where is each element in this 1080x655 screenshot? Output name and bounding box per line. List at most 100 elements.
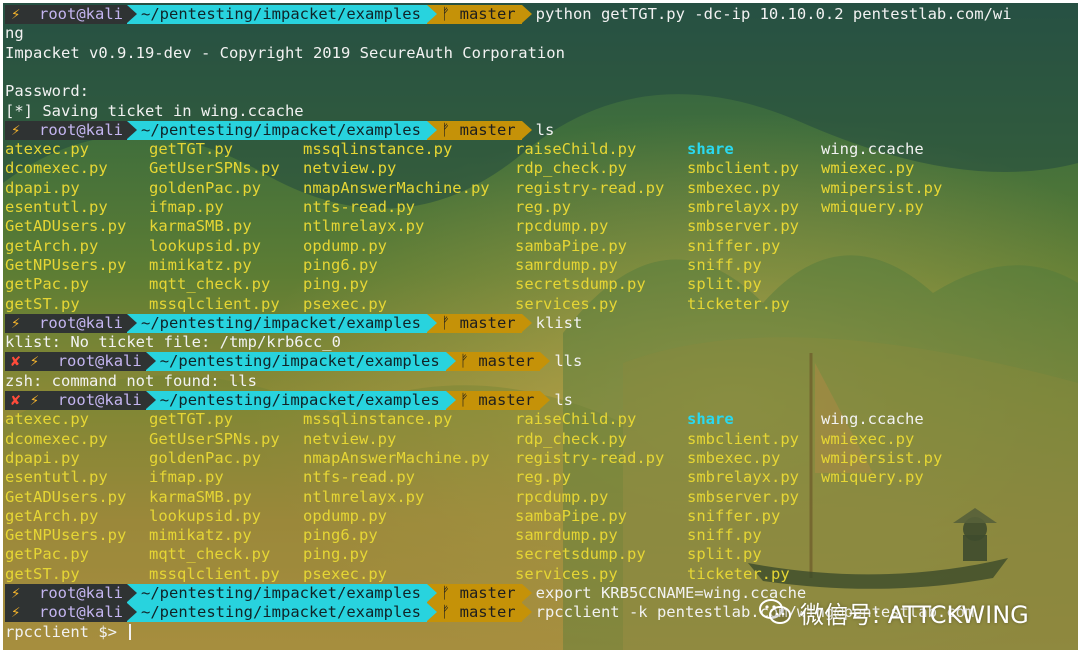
file-entry[interactable]: goldenPac.py <box>149 449 261 468</box>
file-entry[interactable]: atexec.py <box>5 410 89 429</box>
file-entry[interactable]: sniff.py <box>687 256 762 275</box>
file-entry[interactable]: ntfs-read.py <box>303 468 415 487</box>
file-entry[interactable]: opdump.py <box>303 507 387 526</box>
file-entry[interactable]: rdp_check.py <box>515 430 627 449</box>
file-entry[interactable]: mimikatz.py <box>149 256 252 275</box>
file-entry[interactable]: getArch.py <box>5 507 98 526</box>
file-entry[interactable]: getTGT.py <box>149 410 233 429</box>
file-entry[interactable]: registry-read.py <box>515 449 664 468</box>
file-entry[interactable]: getST.py <box>5 295 80 314</box>
file-entry[interactable]: karmaSMB.py <box>149 488 252 507</box>
file-entry[interactable]: getST.py <box>5 565 80 584</box>
file-entry[interactable]: sambaPipe.py <box>515 507 627 526</box>
file-entry[interactable]: esentutl.py <box>5 198 108 217</box>
file-entry[interactable]: wmiquery.py <box>821 468 924 487</box>
file-entry[interactable]: opdump.py <box>303 237 387 256</box>
file-entry[interactable]: ntfs-read.py <box>303 198 415 217</box>
file-entry[interactable]: raiseChild.py <box>515 410 636 429</box>
file-entry[interactable]: esentutl.py <box>5 468 108 487</box>
file-entry[interactable]: karmaSMB.py <box>149 217 252 236</box>
file-entry[interactable]: ping6.py <box>303 256 378 275</box>
file-entry[interactable]: services.py <box>515 295 618 314</box>
file-entry[interactable]: ticketer.py <box>687 295 790 314</box>
file-entry[interactable]: wing.ccache <box>821 410 924 429</box>
file-entry[interactable]: GetUserSPNs.py <box>149 430 280 449</box>
file-entry[interactable]: getPac.py <box>5 545 89 564</box>
file-entry[interactable]: smbserver.py <box>687 488 799 507</box>
file-entry[interactable]: rpcdump.py <box>515 217 608 236</box>
file-entry[interactable]: dpapi.py <box>5 449 80 468</box>
file-entry[interactable]: smbrelayx.py <box>687 198 799 217</box>
file-entry[interactable]: ifmap.py <box>149 198 224 217</box>
file-entry[interactable]: dpapi.py <box>5 179 80 198</box>
file-entry[interactable]: mssqlclient.py <box>149 295 280 314</box>
file-entry[interactable]: wmiexec.py <box>821 159 914 178</box>
file-entry[interactable]: lookupsid.py <box>149 507 261 526</box>
file-entry[interactable]: ntlmrelayx.py <box>303 488 424 507</box>
file-entry[interactable]: GetADUsers.py <box>5 488 126 507</box>
file-entry[interactable]: sambaPipe.py <box>515 237 627 256</box>
file-entry[interactable]: sniffer.py <box>687 507 780 526</box>
file-entry[interactable]: mssqlclient.py <box>149 565 280 584</box>
file-entry[interactable]: getArch.py <box>5 237 98 256</box>
file-entry[interactable]: dcomexec.py <box>5 159 108 178</box>
file-entry[interactable]: sniff.py <box>687 526 762 545</box>
file-entry[interactable]: wmiquery.py <box>821 198 924 217</box>
file-entry[interactable]: rpcdump.py <box>515 488 608 507</box>
file-entry[interactable]: GetUserSPNs.py <box>149 159 280 178</box>
file-entry[interactable]: mssqlinstance.py <box>303 410 452 429</box>
file-entry[interactable]: services.py <box>515 565 618 584</box>
file-entry[interactable]: raiseChild.py <box>515 140 636 159</box>
file-entry[interactable]: samrdump.py <box>515 526 618 545</box>
file-entry[interactable]: netview.py <box>303 430 396 449</box>
file-entry[interactable]: split.py <box>687 545 762 564</box>
file-entry[interactable]: mqtt_check.py <box>149 275 270 294</box>
file-entry[interactable]: ping.py <box>303 545 368 564</box>
file-entry[interactable]: getTGT.py <box>149 140 233 159</box>
file-entry[interactable]: samrdump.py <box>515 256 618 275</box>
file-entry[interactable]: nmapAnswerMachine.py <box>303 449 490 468</box>
file-entry[interactable]: nmapAnswerMachine.py <box>303 179 490 198</box>
file-entry[interactable]: ntlmrelayx.py <box>303 217 424 236</box>
file-entry[interactable]: mssqlinstance.py <box>303 140 452 159</box>
file-entry[interactable]: wmiexec.py <box>821 430 914 449</box>
file-entry[interactable]: sniffer.py <box>687 237 780 256</box>
file-entry[interactable]: rdp_check.py <box>515 159 627 178</box>
file-entry[interactable]: wmipersist.py <box>821 179 942 198</box>
directory-entry[interactable]: share <box>687 410 734 429</box>
file-entry[interactable]: wmipersist.py <box>821 449 942 468</box>
prompt-git-segment: ᚠ master <box>445 352 550 372</box>
file-entry[interactable]: split.py <box>687 275 762 294</box>
file-entry[interactable]: getPac.py <box>5 275 89 294</box>
file-entry[interactable]: ifmap.py <box>149 468 224 487</box>
file-entry[interactable]: ping6.py <box>303 526 378 545</box>
file-entry[interactable]: smbserver.py <box>687 217 799 236</box>
directory-entry[interactable]: share <box>687 140 734 159</box>
file-entry[interactable]: psexec.py <box>303 295 387 314</box>
file-entry[interactable]: mimikatz.py <box>149 526 252 545</box>
file-entry[interactable]: GetNPUsers.py <box>5 526 126 545</box>
file-entry[interactable]: goldenPac.py <box>149 179 261 198</box>
file-entry[interactable]: reg.py <box>515 468 571 487</box>
file-entry[interactable]: secretsdump.py <box>515 275 646 294</box>
file-entry[interactable]: atexec.py <box>5 140 89 159</box>
file-entry[interactable]: psexec.py <box>303 565 387 584</box>
file-entry[interactable]: mqtt_check.py <box>149 545 270 564</box>
terminal-window[interactable]: ⚡ root@kali ~/pentesting/impacket/example… <box>3 3 1078 650</box>
file-entry[interactable]: smbrelayx.py <box>687 468 799 487</box>
file-entry[interactable]: ping.py <box>303 275 368 294</box>
file-entry[interactable]: ticketer.py <box>687 565 790 584</box>
file-entry[interactable]: smbexec.py <box>687 179 780 198</box>
file-entry[interactable]: dcomexec.py <box>5 430 108 449</box>
file-entry[interactable]: smbclient.py <box>687 430 799 449</box>
file-entry[interactable]: wing.ccache <box>821 140 924 159</box>
file-entry[interactable]: smbclient.py <box>687 159 799 178</box>
file-entry[interactable]: GetNPUsers.py <box>5 256 126 275</box>
file-entry[interactable]: netview.py <box>303 159 396 178</box>
file-entry[interactable]: registry-read.py <box>515 179 664 198</box>
file-entry[interactable]: reg.py <box>515 198 571 217</box>
file-entry[interactable]: secretsdump.py <box>515 545 646 564</box>
file-entry[interactable]: smbexec.py <box>687 449 780 468</box>
file-entry[interactable]: GetADUsers.py <box>5 217 126 236</box>
file-entry[interactable]: lookupsid.py <box>149 237 261 256</box>
